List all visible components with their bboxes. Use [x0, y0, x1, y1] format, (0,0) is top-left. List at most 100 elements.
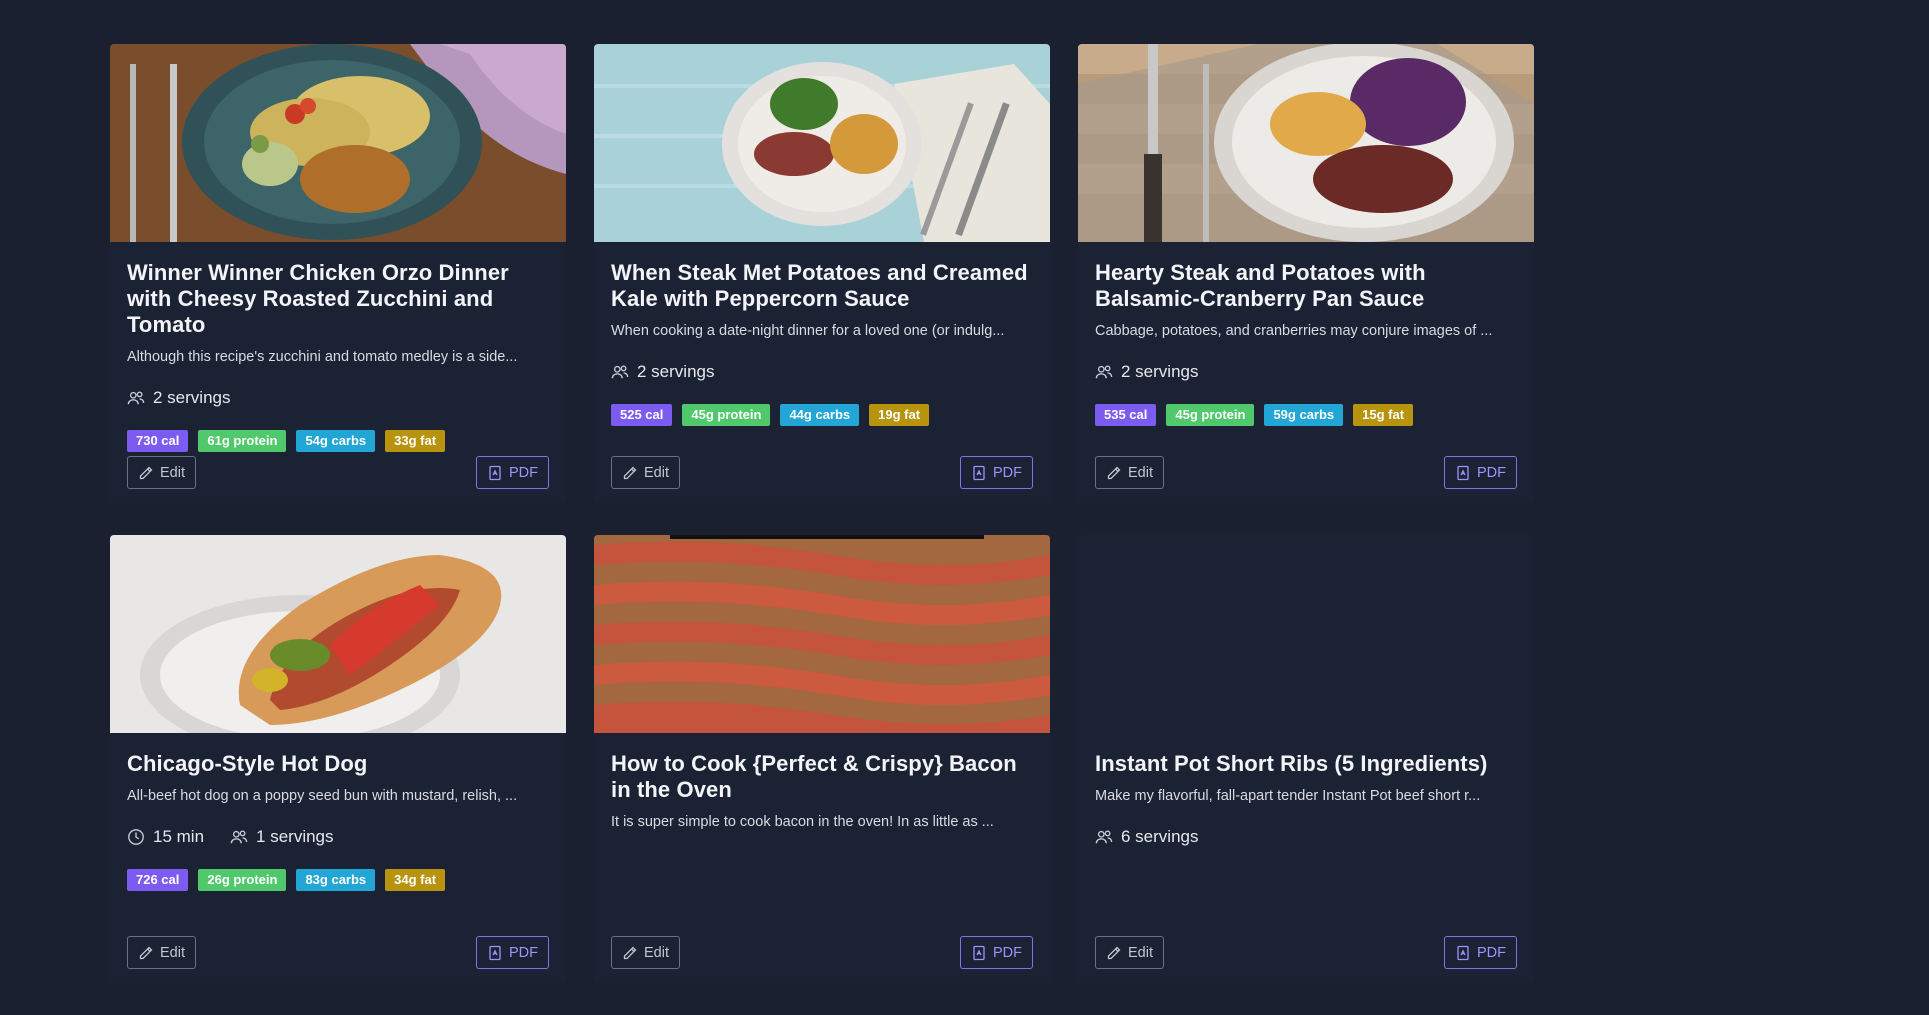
edit-button[interactable]: Edit: [1095, 936, 1164, 969]
calories-badge: 730 cal: [127, 430, 189, 452]
recipe-body: Hearty Steak and Potatoes with Balsamic-…: [1078, 242, 1534, 426]
recipe-body: When Steak Met Potatoes and Creamed Kale…: [594, 242, 1050, 426]
users-icon: [127, 391, 145, 405]
recipe-card[interactable]: Winner Winner Chicken Orzo Dinner with C…: [110, 44, 566, 503]
pdf-button[interactable]: PDF: [960, 936, 1033, 969]
fat-badge: 19g fat: [869, 404, 930, 426]
recipe-actions: Edit PDF: [1095, 456, 1517, 489]
edit-label: Edit: [644, 944, 669, 961]
recipe-grid: Winner Winner Chicken Orzo Dinner with C…: [110, 44, 1534, 983]
pdf-icon: [973, 465, 985, 480]
edit-label: Edit: [160, 944, 185, 961]
pdf-icon: [1457, 465, 1469, 480]
recipe-image-placeholder: [1078, 535, 1534, 733]
recipe-image[interactable]: [1078, 44, 1534, 242]
pdf-button[interactable]: PDF: [476, 456, 549, 489]
recipe-title[interactable]: When Steak Met Potatoes and Creamed Kale…: [611, 260, 1033, 312]
recipe-card[interactable]: Instant Pot Short Ribs (5 Ingredients) M…: [1078, 535, 1534, 983]
servings: 2 servings: [127, 388, 230, 408]
pdf-label: PDF: [993, 464, 1022, 481]
recipe-card[interactable]: How to Cook {Perfect & Crispy} Bacon in …: [594, 535, 1050, 983]
protein-badge: 45g protein: [682, 404, 771, 426]
recipe-title[interactable]: Chicago-Style Hot Dog: [127, 751, 549, 777]
carbs-badge: 59g carbs: [1264, 404, 1344, 426]
recipe-image[interactable]: [594, 535, 1050, 733]
recipe-description: Cabbage, potatoes, and cranberries may c…: [1095, 323, 1493, 339]
clock-icon: [128, 829, 144, 845]
recipe-description: All-beef hot dog on a poppy seed bun wit…: [127, 788, 518, 804]
pdf-icon: [489, 945, 501, 960]
servings: 2 servings: [1095, 362, 1198, 382]
edit-button[interactable]: Edit: [611, 456, 680, 489]
pdf-icon: [1457, 945, 1469, 960]
pencil-icon: [139, 946, 153, 959]
recipe-meta: 2 servings: [127, 388, 549, 408]
servings-label: 2 servings: [637, 362, 715, 381]
recipe-card[interactable]: When Steak Met Potatoes and Creamed Kale…: [594, 44, 1050, 503]
servings-label: 6 servings: [1121, 827, 1199, 846]
recipe-card[interactable]: Chicago-Style Hot Dog All-beef hot dog o…: [110, 535, 566, 983]
servings-label: 1 servings: [256, 827, 334, 846]
pdf-button[interactable]: PDF: [476, 936, 549, 969]
carbs-badge: 83g carbs: [296, 869, 376, 891]
users-icon: [1095, 365, 1113, 379]
edit-label: Edit: [1128, 464, 1153, 481]
users-icon: [1095, 830, 1113, 844]
pencil-icon: [1107, 946, 1121, 959]
recipe-description: When cooking a date-night dinner for a l…: [611, 323, 1005, 339]
pdf-button[interactable]: PDF: [1444, 936, 1517, 969]
nutrition-tags: 525 cal 45g protein 44g carbs 19g fat: [611, 404, 1033, 426]
recipe-title[interactable]: Instant Pot Short Ribs (5 Ingredients): [1095, 751, 1517, 777]
pencil-icon: [139, 466, 153, 479]
pdf-label: PDF: [1477, 944, 1506, 961]
calories-badge: 535 cal: [1095, 404, 1157, 426]
cook-time: 15 min: [127, 827, 204, 847]
recipe-meta: 2 servings: [1095, 362, 1517, 382]
image-top-bar: [670, 535, 984, 539]
edit-button[interactable]: Edit: [127, 456, 196, 489]
edit-button[interactable]: Edit: [127, 936, 196, 969]
edit-button[interactable]: Edit: [1095, 456, 1164, 489]
recipe-actions: Edit PDF: [1095, 936, 1517, 969]
servings: 1 servings: [230, 827, 334, 847]
servings: 6 servings: [1095, 827, 1198, 847]
fat-badge: 33g fat: [385, 430, 446, 452]
pdf-label: PDF: [1477, 464, 1506, 481]
pdf-button[interactable]: PDF: [1444, 456, 1517, 489]
edit-label: Edit: [644, 464, 669, 481]
recipe-image[interactable]: [110, 44, 566, 242]
recipe-meta: 6 servings: [1095, 827, 1517, 847]
fat-badge: 15g fat: [1353, 404, 1414, 426]
edit-button[interactable]: Edit: [611, 936, 680, 969]
pdf-icon: [973, 945, 985, 960]
pencil-icon: [623, 946, 637, 959]
recipe-description: Make my flavorful, fall-apart tender Ins…: [1095, 788, 1481, 804]
recipe-description: It is super simple to cook bacon in the …: [611, 814, 994, 830]
recipe-image[interactable]: [110, 535, 566, 733]
recipe-card[interactable]: Hearty Steak and Potatoes with Balsamic-…: [1078, 44, 1534, 503]
recipe-meta: 2 servings: [611, 362, 1033, 382]
time-label: 15 min: [153, 827, 205, 846]
recipe-image[interactable]: [594, 44, 1050, 242]
pdf-button[interactable]: PDF: [960, 456, 1033, 489]
protein-badge: 26g protein: [198, 869, 287, 891]
recipe-title[interactable]: How to Cook {Perfect & Crispy} Bacon in …: [611, 751, 1033, 803]
recipe-actions: Edit PDF: [127, 936, 549, 969]
nutrition-tags: 730 cal 61g protein 54g carbs 33g fat: [127, 430, 549, 452]
fat-badge: 34g fat: [385, 869, 446, 891]
recipe-title[interactable]: Winner Winner Chicken Orzo Dinner with C…: [127, 260, 549, 338]
edit-label: Edit: [1128, 944, 1153, 961]
recipe-title[interactable]: Hearty Steak and Potatoes with Balsamic-…: [1095, 260, 1517, 312]
recipe-body: Chicago-Style Hot Dog All-beef hot dog o…: [110, 733, 566, 891]
servings-label: 2 servings: [1121, 362, 1199, 381]
pencil-icon: [623, 466, 637, 479]
recipe-actions: Edit PDF: [611, 456, 1033, 489]
recipe-actions: Edit PDF: [611, 936, 1033, 969]
edit-label: Edit: [160, 464, 185, 481]
users-icon: [611, 365, 629, 379]
pencil-icon: [1107, 466, 1121, 479]
calories-badge: 525 cal: [611, 404, 673, 426]
pdf-icon: [489, 465, 501, 480]
pdf-label: PDF: [509, 944, 538, 961]
recipe-page: Winner Winner Chicken Orzo Dinner with C…: [0, 0, 1929, 1015]
